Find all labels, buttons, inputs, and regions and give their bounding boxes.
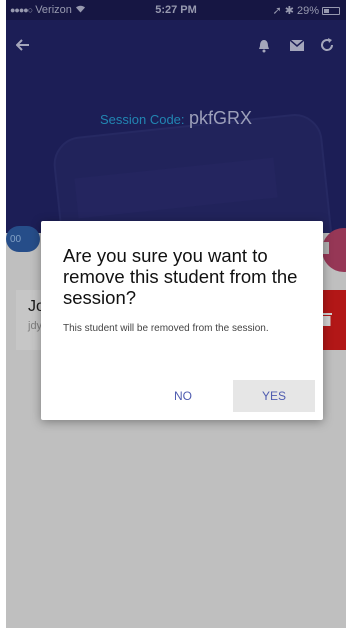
- confirm-remove-dialog: Are you sure you want to remove this stu…: [41, 221, 323, 420]
- no-button[interactable]: NO: [157, 380, 209, 412]
- yes-button[interactable]: YES: [233, 380, 315, 412]
- dialog-message: This student will be removed from the se…: [63, 323, 269, 334]
- dialog-title: Are you sure you want to remove this stu…: [63, 245, 298, 308]
